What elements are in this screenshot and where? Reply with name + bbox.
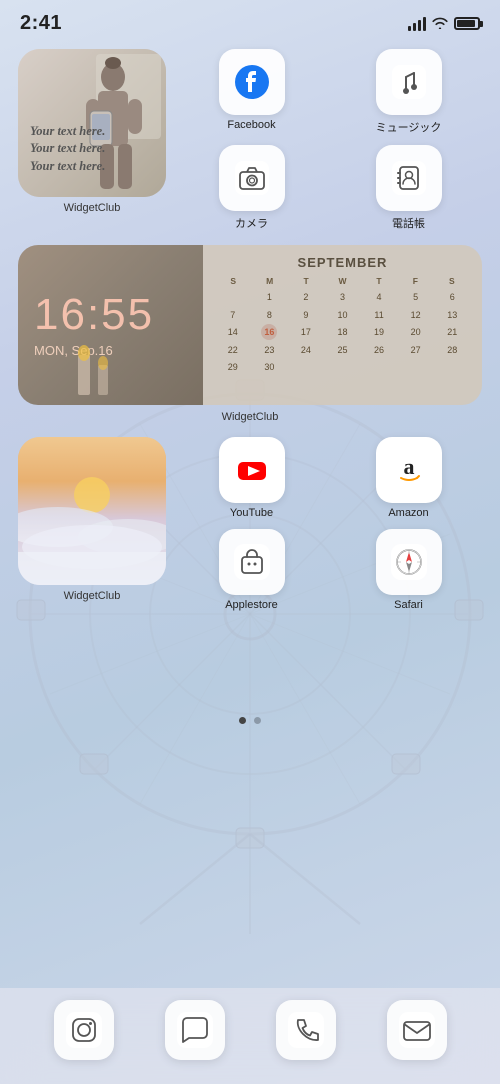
contacts-label: 電話帳 — [392, 215, 425, 231]
calendar-month: SEPTEMBER — [215, 255, 470, 270]
widget-photo-display — [18, 437, 166, 585]
appstore-icon — [219, 529, 285, 595]
sunset-photo — [18, 437, 166, 585]
wifi-icon — [432, 16, 448, 32]
app-amazon[interactable]: a Amazon — [335, 437, 482, 519]
calendar-time: 16:55 — [34, 293, 187, 337]
bottom-app-grid: YouTube a Amazon — [178, 437, 482, 703]
app-contacts[interactable]: 電話帳 — [335, 145, 482, 231]
candle-decoration — [18, 345, 203, 405]
widget-club-photo[interactable]: WidgetClub — [18, 437, 166, 703]
calendar-left: 16:55 MON, Sep.16 — [18, 245, 203, 405]
appstore-label: Applestore — [225, 599, 278, 611]
youtube-icon — [219, 437, 285, 503]
contacts-icon — [376, 145, 442, 211]
app-facebook[interactable]: Facebook — [178, 49, 325, 135]
signal-icon — [408, 17, 426, 31]
status-time: 2:41 — [20, 12, 62, 35]
home-screen: Your text here. Your text here. Your tex… — [0, 41, 500, 724]
camera-icon — [219, 145, 285, 211]
widget-club-small[interactable]: Your text here. Your text here. Your tex… — [18, 49, 166, 231]
safari-icon — [376, 529, 442, 595]
facebook-label: Facebook — [227, 119, 275, 131]
dock-app-instagram[interactable] — [54, 1000, 114, 1060]
page-dot-2[interactable] — [254, 717, 261, 724]
calendar-right: SEPTEMBER S M T W T F S 1 2 3 4 5 — [203, 245, 482, 405]
page-dot-1[interactable] — [239, 717, 246, 724]
amazon-icon: a — [376, 437, 442, 503]
phone-icon — [276, 1000, 336, 1060]
facebook-icon — [219, 49, 285, 115]
svg-text:a: a — [403, 454, 414, 479]
dock-app-phone[interactable] — [276, 1000, 336, 1060]
safari-label: Safari — [394, 599, 423, 611]
widget-text-overlay: Your text here. Your text here. Your tex… — [30, 123, 105, 176]
camera-label: カメラ — [235, 215, 268, 231]
app-youtube[interactable]: YouTube — [178, 437, 325, 519]
page-dots — [18, 717, 482, 724]
mail-icon — [387, 1000, 447, 1060]
top-row: Your text here. Your text here. Your tex… — [18, 49, 482, 231]
widget-club-small-label: WidgetClub — [18, 202, 166, 214]
messages-icon — [165, 1000, 225, 1060]
dock — [0, 988, 500, 1084]
app-camera[interactable]: カメラ — [178, 145, 325, 231]
dock-app-mail[interactable] — [387, 1000, 447, 1060]
calendar-grid: 1 2 3 4 5 6 7 8 9 10 11 12 13 14 16 17 1 — [215, 289, 470, 376]
status-icons — [408, 16, 480, 32]
app-safari[interactable]: Safari — [335, 529, 482, 611]
music-icon — [376, 49, 442, 115]
youtube-label: YouTube — [230, 507, 273, 519]
widget-club-photo-label: WidgetClub — [18, 590, 166, 602]
bottom-row: WidgetClub YouTube — [18, 437, 482, 703]
app-appstore[interactable]: Applestore — [178, 529, 325, 611]
battery-icon — [454, 17, 480, 30]
calendar-widget-label: WidgetClub — [18, 411, 482, 423]
top-app-grid: Facebook ミュージック — [178, 49, 482, 231]
instagram-icon — [54, 1000, 114, 1060]
dock-app-messages[interactable] — [165, 1000, 225, 1060]
music-label: ミュージック — [376, 119, 442, 135]
status-bar: 2:41 — [0, 0, 500, 41]
calendar-header: S M T W T F S — [215, 276, 470, 286]
amazon-label: Amazon — [388, 507, 428, 519]
calendar-widget: 16:55 MON, Sep.16 SEPTEMBER S M T W — [18, 245, 482, 405]
calendar-widget-container[interactable]: 16:55 MON, Sep.16 SEPTEMBER S M T W — [18, 245, 482, 423]
app-music[interactable]: ミュージック — [335, 49, 482, 135]
